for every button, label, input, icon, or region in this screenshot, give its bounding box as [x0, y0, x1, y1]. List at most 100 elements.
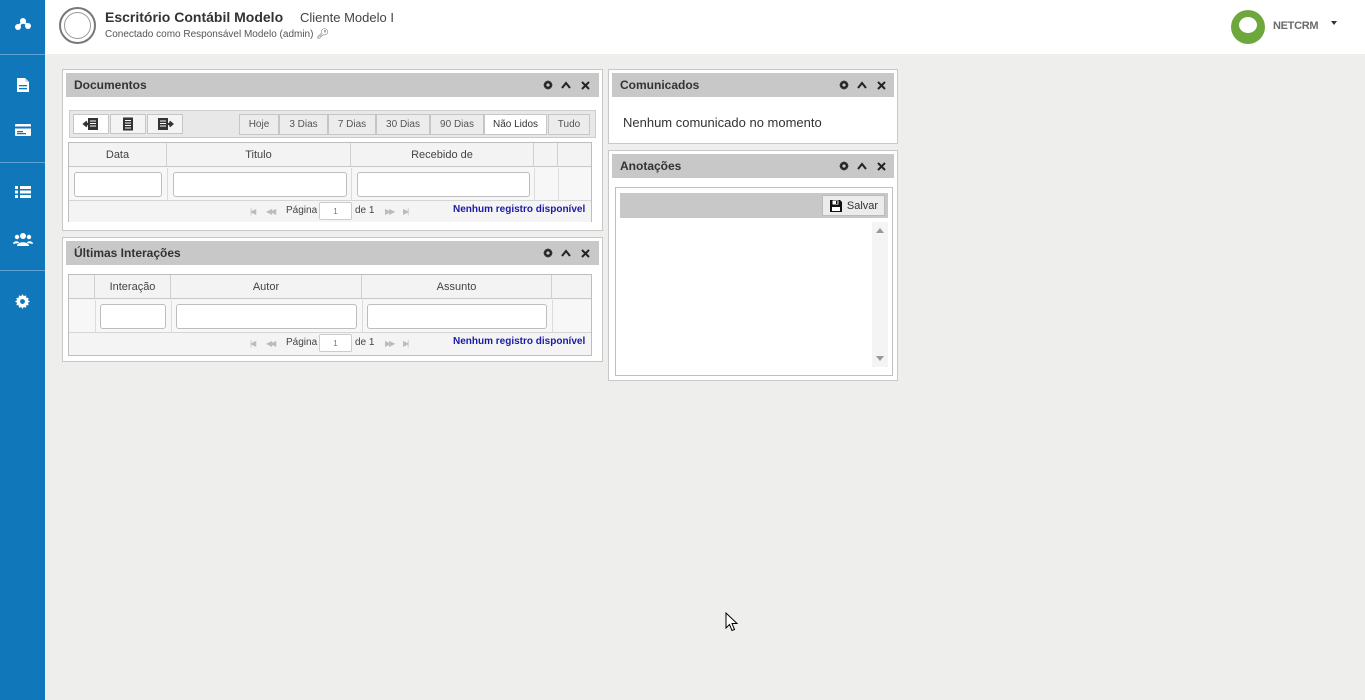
filter-recebido-input[interactable] [357, 172, 530, 197]
brand-logo: NETCRM [1231, 10, 1321, 44]
panel-header: Comunicados [612, 73, 894, 97]
document-icon [16, 78, 29, 92]
column-header-interacao[interactable]: Interação [95, 275, 171, 299]
interacoes-panel: Últimas Interações Interação Autor Assun… [62, 237, 603, 362]
scroll-down-icon[interactable] [876, 356, 884, 361]
comunicados-message: Nenhum comunicado no momento [623, 115, 822, 130]
gear-icon[interactable] [837, 77, 851, 93]
close-icon[interactable] [578, 245, 592, 261]
first-page-icon[interactable]: |◀ [250, 207, 256, 216]
filter-7-days[interactable]: 7 Dias [328, 114, 376, 135]
documentos-toolbar: Hoje 3 Dias 7 Dias 30 Dias 90 Dias Não L… [69, 110, 596, 138]
collapse-icon[interactable] [855, 158, 869, 174]
gear-icon[interactable] [541, 245, 555, 261]
sidebar-logo-button[interactable] [0, 9, 45, 39]
column-header-select [69, 275, 95, 299]
column-header-autor[interactable]: Autor [171, 275, 362, 299]
filter-all[interactable]: Tudo [548, 114, 590, 135]
column-header-recebido-de[interactable]: Recebido de [351, 143, 534, 167]
column-header-titulo[interactable]: Titulo [167, 143, 351, 167]
sidebar-item-settings[interactable] [0, 286, 45, 316]
sidebar-item-users[interactable] [0, 224, 45, 254]
panel-title: Últimas Interações [74, 246, 181, 260]
close-icon[interactable] [874, 77, 888, 93]
grid-pager: |◀ ◀◀ Página de 1 ▶▶ ▶| Nenhum registro … [69, 333, 591, 354]
close-icon[interactable] [578, 77, 592, 93]
filter-90-days[interactable]: 90 Dias [430, 114, 484, 135]
export-button[interactable] [147, 114, 183, 134]
filter-today[interactable]: Hoje [239, 114, 279, 135]
brand-name: NETCRM [1273, 20, 1319, 32]
filter-30-days[interactable]: 30 Dias [376, 114, 430, 135]
gear-icon[interactable] [541, 77, 555, 93]
import-button[interactable] [73, 114, 109, 134]
sidebar-divider [0, 162, 45, 163]
card-icon [14, 124, 31, 136]
last-page-icon[interactable]: ▶| [403, 207, 409, 216]
connected-as: Conectado como Responsável Modelo (admin… [105, 29, 329, 40]
filter-assunto-input[interactable] [367, 304, 547, 329]
first-page-icon[interactable]: |◀ [250, 339, 256, 348]
last-page-icon[interactable]: ▶| [403, 339, 409, 348]
documentos-grid: Data Titulo Recebido de |◀ ◀◀ Página de … [68, 142, 592, 222]
notes-scrollbar[interactable] [872, 222, 888, 367]
users-icon [12, 233, 33, 246]
prev-page-icon[interactable]: ◀◀ [266, 207, 276, 216]
sidebar-item-cards[interactable] [0, 115, 45, 145]
close-icon[interactable] [874, 158, 888, 174]
document-list-icon [123, 117, 133, 131]
column-header-assunto[interactable]: Assunto [362, 275, 552, 299]
collapse-icon[interactable] [559, 77, 573, 93]
key-icon[interactable]: 🔑︎ [316, 29, 329, 40]
sidebar-item-list[interactable] [0, 177, 45, 207]
panel-title: Documentos [74, 78, 147, 92]
collapse-icon[interactable] [559, 245, 573, 261]
company-logo [59, 7, 96, 44]
gear-icon[interactable] [837, 158, 851, 174]
sidebar-divider [0, 270, 45, 271]
page-number-input[interactable] [319, 334, 352, 352]
notes-toolbar: Salvar [620, 193, 888, 218]
page-label: Página [286, 205, 318, 216]
sidebar [0, 0, 45, 700]
filter-autor-input[interactable] [176, 304, 357, 329]
grid-header: Interação Autor Assunto [69, 275, 591, 299]
filter-titulo-input[interactable] [173, 172, 347, 197]
sidebar-divider [0, 54, 45, 55]
column-header-extra [534, 143, 558, 167]
save-button[interactable]: Salvar [822, 195, 885, 216]
page-number-input[interactable] [319, 202, 352, 220]
panel-title: Comunicados [620, 78, 700, 92]
filter-3-days[interactable]: 3 Dias [279, 114, 328, 135]
filter-interacao-input[interactable] [100, 304, 166, 329]
export-icon [158, 118, 174, 130]
panel-title: Anotações [620, 159, 682, 173]
notes-textarea[interactable] [620, 222, 888, 367]
next-page-icon[interactable]: ▶▶ [385, 207, 395, 216]
collapse-icon[interactable] [855, 77, 869, 93]
save-icon [829, 199, 842, 212]
mouse-cursor-icon [725, 612, 738, 632]
user-menu-caret-icon[interactable] [1331, 21, 1337, 25]
grid-filter-row [69, 168, 591, 201]
sidebar-item-documents[interactable] [0, 70, 45, 100]
document-button[interactable] [110, 114, 146, 134]
panel-header: Últimas Interações [66, 241, 599, 265]
column-header-data[interactable]: Data [69, 143, 167, 167]
notes-editor: Salvar [615, 187, 893, 376]
connected-as-text: Conectado como Responsável Modelo (admin… [105, 29, 314, 40]
scroll-up-icon[interactable] [876, 228, 884, 233]
top-header: Escritório Contábil Modelo Cliente Model… [45, 0, 1365, 54]
documentos-panel: Documentos Hoje 3 Dias 7 Dias 30 Dias 90… [62, 69, 603, 231]
filter-unread[interactable]: Não Lidos [484, 114, 547, 135]
grid-pager: |◀ ◀◀ Página de 1 ▶▶ ▶| Nenhum registro … [69, 201, 591, 222]
save-label: Salvar [846, 199, 879, 212]
next-page-icon[interactable]: ▶▶ [385, 339, 395, 348]
filter-data-input[interactable] [74, 172, 162, 197]
prev-page-icon[interactable]: ◀◀ [266, 339, 276, 348]
panel-header: Documentos [66, 73, 599, 97]
panel-header: Anotações [612, 154, 894, 178]
grid-header: Data Titulo Recebido de [69, 143, 591, 167]
anotacoes-panel: Anotações Salvar [608, 150, 898, 381]
empty-records-message: Nenhum registro disponível [453, 204, 586, 215]
